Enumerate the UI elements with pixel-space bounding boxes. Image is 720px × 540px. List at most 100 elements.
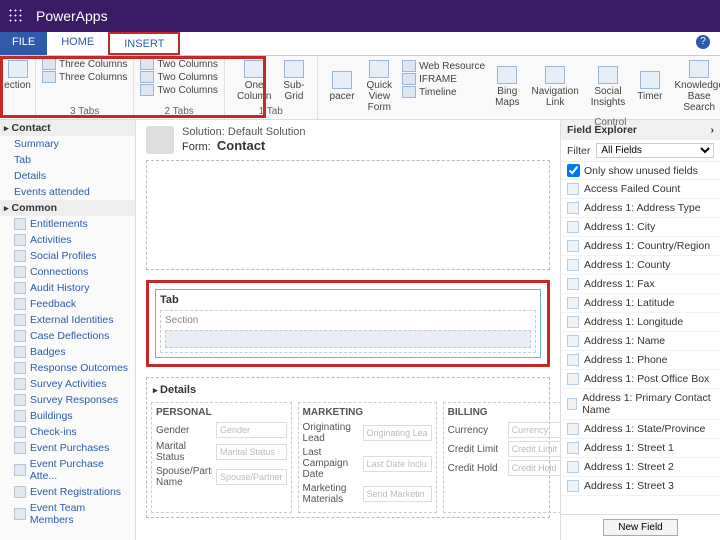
leftnav-item[interactable]: Survey Activities [0,376,135,392]
rib-section[interactable]: ection [6,58,29,93]
field-explorer: Field Explorer› Filter All Fields Only s… [560,120,720,540]
rib-navlink[interactable]: Navigation Link [526,58,585,115]
field-item[interactable]: Access Failed Count [561,180,720,199]
field-item[interactable]: Address 1: Country/Region [561,237,720,256]
form-field-row[interactable]: GenderGender [156,422,287,438]
menu-insert[interactable]: INSERT [108,32,180,55]
form-name: Contact [217,138,265,153]
form-field-row[interactable]: Credit LimitCredit Limit [448,441,560,457]
field-item[interactable]: Address 1: Street 3 [561,477,720,496]
form-field-row[interactable]: CurrencyCurrency [448,422,560,438]
summary-tab-placeholder[interactable] [146,160,550,270]
rib-two-cols-1[interactable]: Two Columns [140,58,218,70]
leftnav-item[interactable]: Entitlements [0,216,135,232]
details-col-marketing[interactable]: MARKETING Originating LeadOriginating Le… [298,402,437,513]
rib-bingmaps[interactable]: Bing Maps [489,58,525,115]
rib-iframe[interactable]: IFRAME [402,73,485,85]
form-field-row[interactable]: Originating LeadOriginating Lea [303,422,432,444]
leftnav-item[interactable]: Details [0,168,135,184]
help-icon[interactable]: ? [696,35,710,49]
menu-file[interactable]: FILE [0,32,47,55]
new-tab-container[interactable]: Tab Section [155,289,541,358]
rib-three-cols-1[interactable]: Three Columns [42,58,127,70]
field-item[interactable]: Address 1: Fax [561,275,720,294]
leftnav-item[interactable]: External Identities [0,312,135,328]
col-header-billing: BILLING [448,407,560,418]
section-field-placeholder[interactable] [165,330,531,348]
form-field-row[interactable]: Marital StatusMarital Status [156,441,287,463]
field-item[interactable]: Address 1: City [561,218,720,237]
leftnav-item[interactable]: Summary [0,136,135,152]
leftnav-item[interactable]: Feedback [0,296,135,312]
new-field-button[interactable]: New Field [603,519,677,536]
leftnav-item[interactable]: Events attended [0,184,135,200]
rib-timer[interactable]: Timer [631,58,668,115]
details-col-personal[interactable]: PERSONAL GenderGender Marital StatusMarit… [151,402,292,513]
leftnav-item[interactable]: Connections [0,264,135,280]
field-item[interactable]: Address 1: Phone [561,351,720,370]
details-col-billing[interactable]: BILLING CurrencyCurrency Credit LimitCred… [443,402,560,513]
rib-two-cols-3[interactable]: Two Columns [140,84,218,96]
rib-spacer[interactable]: pacer [324,58,361,115]
leftnav-item[interactable]: Audit History [0,280,135,296]
leftnav-item[interactable]: Check-ins [0,424,135,440]
form-field-row[interactable]: Marketing MaterialsSend Marketin [303,483,432,505]
only-unused-checkbox[interactable] [567,164,580,177]
leftnav-item[interactable]: Buildings [0,408,135,424]
details-tab-title[interactable]: ▸ Details [151,382,545,398]
leftnav-common-header[interactable]: Common [0,200,135,216]
form-field-row[interactable]: Credit HoldCredit Hold [448,460,560,476]
field-item[interactable]: Address 1: Longitude [561,313,720,332]
field-item[interactable]: Address 1: State/Province [561,420,720,439]
rib-one-col[interactable]: One Column [231,58,277,104]
leftnav-item[interactable]: Tab [0,152,135,168]
field-item[interactable]: Address 1: County [561,256,720,275]
leftnav-item[interactable]: Response Outcomes [0,360,135,376]
leftnav-item[interactable]: Survey Responses [0,392,135,408]
rib-social[interactable]: Social Insights [585,58,631,115]
solution-label: Solution: [182,126,225,138]
rib-kbsearch[interactable]: Knowledge Base Search [668,58,720,115]
field-item[interactable]: Address 1: Street 2 [561,458,720,477]
leftnav-item[interactable]: Event Registrations [0,484,135,500]
new-section[interactable]: Section [160,310,536,353]
form-field-row[interactable]: Spouse/Partner NameSpouse/Partner [156,466,287,488]
form-canvas[interactable]: Solution: Default Solution Form: Contact… [136,120,560,540]
app-launcher-icon[interactable] [8,8,24,24]
left-nav[interactable]: Contact SummaryTabDetailsEvents attended… [0,120,136,540]
rib-webresource[interactable]: Web Resource [402,60,485,72]
field-item[interactable]: Address 1: Name [561,332,720,351]
rib-three-cols-2[interactable]: Three Columns [42,71,127,83]
field-item[interactable]: Address 1: Primary Contact Name [561,389,720,420]
rib-foot-3tabs: 3 Tabs [42,106,127,117]
leftnav-item[interactable]: Case Deflections [0,328,135,344]
filter-label: Filter [567,145,590,157]
form-field-row[interactable]: Last Campaign DateLast Date Inclu [303,447,432,480]
field-item[interactable]: Address 1: Street 1 [561,439,720,458]
field-item[interactable]: Address 1: Address Type [561,199,720,218]
filter-select[interactable]: All Fields [596,143,714,158]
leftnav-item[interactable]: Event Purchases [0,440,135,456]
field-item[interactable]: Address 1: Post Office Box [561,370,720,389]
col-header-marketing: MARKETING [303,407,432,418]
leftnav-item[interactable]: Event Purchase Atte... [0,456,135,484]
rib-timeline[interactable]: Timeline [402,86,485,98]
rib-quickview[interactable]: Quick View Form [361,58,399,115]
details-tab[interactable]: ▸ Details PERSONAL GenderGender Marital S… [146,377,550,518]
new-tab-title[interactable]: Tab [160,294,536,306]
rib-subgrid[interactable]: Sub-Grid [277,58,310,104]
leftnav-contact-header[interactable]: Contact [0,120,135,136]
leftnav-item[interactable]: Social Profiles [0,248,135,264]
form-avatar-icon [146,126,174,154]
only-unused-label: Only show unused fields [584,165,698,177]
field-item[interactable]: Address 1: Latitude [561,294,720,313]
col-header-personal: PERSONAL [156,407,287,418]
rib-foot-2tabs: 2 Tabs [140,106,218,117]
leftnav-item[interactable]: Activities [0,232,135,248]
solution-name: Default Solution [228,126,306,138]
leftnav-item[interactable]: Event Team Members [0,500,135,528]
field-list[interactable]: Access Failed CountAddress 1: Address Ty… [561,180,720,514]
rib-two-cols-2[interactable]: Two Columns [140,71,218,83]
leftnav-item[interactable]: Badges [0,344,135,360]
menu-home[interactable]: HOME [47,32,108,55]
